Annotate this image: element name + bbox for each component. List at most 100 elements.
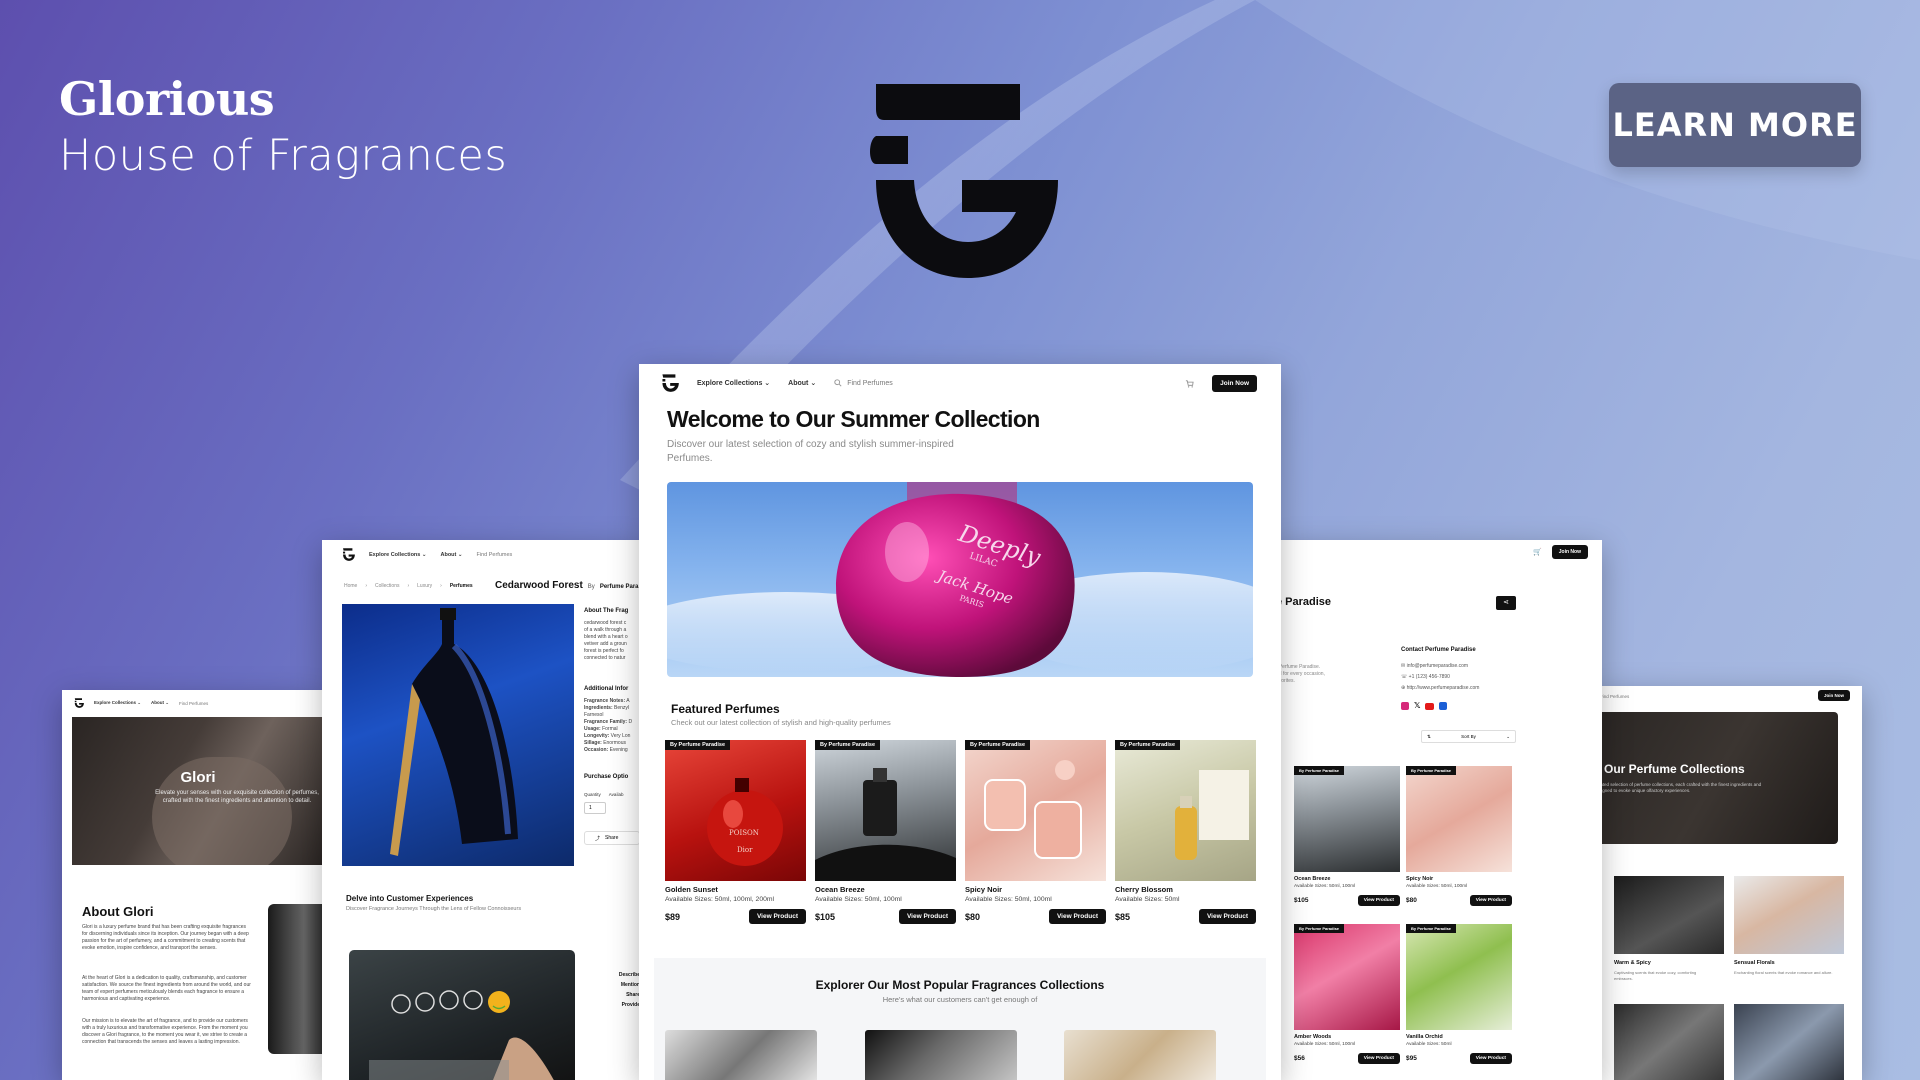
- search-input[interactable]: Find Perfumes: [179, 701, 208, 706]
- product-image[interactable]: By Perfume Paradise: [1294, 924, 1400, 1030]
- join-now-button[interactable]: Join Now: [1818, 690, 1850, 701]
- view-product-button[interactable]: View Product: [1357, 895, 1400, 906]
- popular-image[interactable]: [865, 1030, 1017, 1080]
- crumb-home[interactable]: Home: [344, 583, 357, 589]
- view-product-button[interactable]: View Product: [1469, 895, 1512, 906]
- product-title: Cedarwood Forest: [495, 580, 583, 591]
- search-input[interactable]: Find Perfumes: [847, 380, 893, 387]
- rating-faces-icon: [369, 990, 554, 1080]
- logo-icon[interactable]: [74, 698, 84, 708]
- product-card[interactable]: By Perfume Paradise Ocean Breeze Available…: [1294, 766, 1400, 906]
- product-image[interactable]: By Perfume Paradise: [815, 740, 956, 881]
- product-card[interactable]: By Perfume Paradise Ocean Breeze Available…: [815, 740, 956, 924]
- search-input[interactable]: Find Perfumes: [1600, 694, 1629, 699]
- product-page-screenshot: Explore Collections ⌄ About ⌄ Find Perfu…: [322, 540, 644, 1080]
- price-row: $95 View Product: [1406, 1053, 1512, 1064]
- join-now-button[interactable]: Join Now: [1551, 545, 1588, 559]
- product-card[interactable]: By Perfume Paradise Vanilla Orchid Availab…: [1406, 924, 1512, 1064]
- store-blurb: t Perfume Paradise. ed for every occasio…: [1276, 664, 1356, 685]
- email-icon: ✉: [1401, 663, 1406, 669]
- crumb-collections[interactable]: Collections: [375, 583, 399, 589]
- price-row: $80 View Product: [1406, 895, 1512, 906]
- crumb-luxury[interactable]: Luxury: [417, 583, 432, 589]
- popular-image[interactable]: [665, 1030, 817, 1080]
- product-price: $105: [815, 911, 836, 922]
- view-product-button[interactable]: View Product: [1048, 909, 1106, 924]
- collection-image-warm[interactable]: [1614, 876, 1724, 954]
- collection-image-florals[interactable]: [1734, 876, 1844, 954]
- contact-phone[interactable]: +1 (123) 456-7890: [1409, 674, 1450, 680]
- product-image[interactable]: By Perfume Paradise: [1294, 766, 1400, 872]
- about-title: About Glori: [82, 904, 154, 919]
- product-image[interactable]: By Perfume Paradise: [1406, 924, 1512, 1030]
- store-page-screenshot: 🛒 Join Now e Paradise ⋖ t Perfume Paradi…: [1276, 540, 1602, 1080]
- product-image[interactable]: By Perfume Paradise: [965, 740, 1106, 881]
- quantity-stepper[interactable]: 1: [584, 802, 606, 814]
- contact-website[interactable]: http://www.perfumeparadise.com: [1407, 685, 1480, 691]
- product-image[interactable]: POISON Dior By Perfume Paradise: [665, 740, 806, 881]
- side-word: Describe: [618, 972, 640, 978]
- view-product-button[interactable]: View Product: [1198, 909, 1256, 924]
- sort-dropdown[interactable]: ⇅ Sort By ⌄: [1421, 730, 1516, 743]
- product-image[interactable]: By Perfume Paradise: [1406, 766, 1512, 872]
- purchase-labels: Quantity Availab: [584, 792, 623, 797]
- product-card[interactable]: POISON Dior By Perfume Paradise Golden Suns…: [665, 740, 806, 924]
- product-sizes: Available Sizes: 50ml, 100ml: [815, 896, 902, 903]
- view-product-button[interactable]: View Product: [1469, 1053, 1512, 1064]
- facebook-icon[interactable]: [1439, 702, 1448, 710]
- about-fragrance-text: cedarwood forest c of a walk through a b…: [584, 620, 644, 662]
- product-card[interactable]: By Perfume Paradise Amber Woods Available …: [1294, 924, 1400, 1064]
- spec-list: Fragrance Notes: A Ingredients: Benzyl F…: [584, 698, 644, 754]
- nav-explore[interactable]: Explore Collections ⌄: [369, 552, 426, 558]
- amber-bottle-icon: [1175, 770, 1249, 860]
- product-card[interactable]: By Perfume Paradise Spicy Noir Available S…: [965, 740, 1106, 924]
- product-name: Spicy Noir: [1406, 876, 1434, 882]
- navbar: Explore Collections ⌄ About ⌄ Find Perfu…: [74, 698, 208, 708]
- logo-icon[interactable]: [661, 374, 679, 392]
- spec-value: A: [626, 698, 630, 704]
- view-product-button[interactable]: View Product: [748, 909, 806, 924]
- contact-email[interactable]: info@perfumeparadise.com: [1407, 663, 1469, 669]
- product-sizes: Available Sizes: 50ml, 100ml, 200ml: [665, 896, 775, 903]
- share-button[interactable]: ⤴ Share: [584, 831, 640, 845]
- nav-explore[interactable]: Explore Collections ⌄: [697, 379, 770, 387]
- nav-about[interactable]: About ⌄: [151, 700, 169, 706]
- learn-more-button[interactable]: LEARN MORE: [1609, 83, 1861, 167]
- view-product-button[interactable]: View Product: [1357, 1053, 1400, 1064]
- product-name: Vanilla Orchid: [1406, 1034, 1443, 1040]
- nav-explore[interactable]: Explore Collections ⌄: [94, 700, 141, 706]
- product-sizes: Available Sizes: 50ml: [1406, 1042, 1452, 1047]
- popular-image[interactable]: [1064, 1030, 1216, 1080]
- logo-icon[interactable]: [342, 548, 355, 561]
- crumb-perfumes[interactable]: Perfumes: [450, 583, 473, 589]
- price-row: $80 View Product: [965, 909, 1106, 924]
- product-image[interactable]: By Perfume Paradise: [1115, 740, 1256, 881]
- x-icon[interactable]: 𝕏: [1414, 702, 1420, 710]
- brand-link[interactable]: Perfume Para: [600, 584, 639, 590]
- cart-icon[interactable]: 🛒: [1533, 548, 1542, 556]
- product-card[interactable]: By Perfume Paradise Cherry Blossom Availab…: [1115, 740, 1256, 924]
- nav-about[interactable]: About ⌄: [788, 379, 816, 387]
- join-now-button[interactable]: Join Now: [1212, 374, 1257, 392]
- product-tag: By Perfume Paradise: [1406, 924, 1457, 933]
- collection-image[interactable]: [1614, 1004, 1724, 1080]
- view-product-button[interactable]: View Product: [898, 909, 956, 924]
- collection-image[interactable]: [1734, 1004, 1844, 1080]
- price-row: $105 View Product: [1294, 895, 1400, 906]
- hero-title: Glori: [180, 769, 216, 786]
- product-tag: By Perfume Paradise: [1406, 766, 1457, 775]
- share-icon[interactable]: ⋖: [1496, 596, 1516, 610]
- experience-image: [349, 950, 575, 1080]
- price-row: $85 View Product: [1115, 909, 1256, 924]
- youtube-icon[interactable]: [1425, 703, 1435, 710]
- nav-about[interactable]: About ⌄: [440, 552, 462, 558]
- search-field[interactable]: Find Perfumes: [834, 379, 893, 387]
- instagram-icon[interactable]: [1401, 702, 1409, 710]
- cart-icon[interactable]: [1185, 379, 1194, 388]
- about-page-screenshot: Explore Collections ⌄ About ⌄ Find Perfu…: [62, 690, 324, 1080]
- search-icon: [834, 379, 842, 387]
- product-card[interactable]: By Perfume Paradise Spicy Noir Available S…: [1406, 766, 1512, 906]
- search-input[interactable]: Find Perfumes: [477, 552, 513, 558]
- hero-banner: Deeply LILAC Jack Hope PARIS: [667, 482, 1253, 677]
- collections-page-screenshot: Find Perfumes Join Now e Our Perfume Col…: [1594, 686, 1862, 1080]
